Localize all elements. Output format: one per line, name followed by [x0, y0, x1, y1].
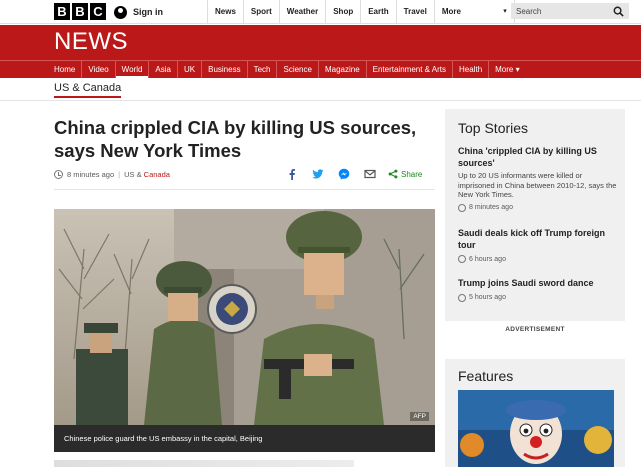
- chevron-down-icon: ▾: [503, 8, 507, 15]
- article-section[interactable]: US & Canada: [124, 170, 170, 179]
- features-panel: Features: [445, 359, 625, 467]
- bbc-top-bar: B B C Sign in News Sport Weather Shop Ea…: [0, 0, 641, 24]
- global-nav-news[interactable]: News: [208, 0, 244, 24]
- top-story-headline[interactable]: Saudi deals kick off Trump foreign tour: [458, 228, 618, 251]
- top-story-item[interactable]: Trump joins Saudi sword dance 5 hours ag…: [458, 278, 618, 302]
- subnav-entertainment[interactable]: Entertainment & Arts: [367, 61, 454, 78]
- top-story-timestamp: 6 hours ago: [469, 255, 506, 263]
- feature-image[interactable]: [458, 390, 614, 467]
- photo-caption: Chinese police guard the US embassy in t…: [54, 425, 435, 452]
- news-subnav: Home Video World Asia UK Business Tech S…: [0, 60, 641, 78]
- top-story-headline[interactable]: China 'crippled CIA by killing US source…: [458, 146, 618, 169]
- top-story-timestamp: 8 minutes ago: [469, 204, 513, 211]
- feature-image-illustration: [458, 390, 614, 467]
- chevron-down-icon: ▾: [515, 65, 520, 74]
- email-share-button[interactable]: [362, 166, 378, 182]
- section-label[interactable]: US & Canada: [54, 82, 122, 98]
- top-story-time: 8 minutes ago: [458, 203, 618, 212]
- features-title: Features: [458, 368, 514, 384]
- global-nav-shop[interactable]: Shop: [326, 0, 362, 24]
- facebook-icon: [289, 169, 295, 180]
- article-body-placeholder: [54, 460, 354, 467]
- top-stories-title: Top Stories: [458, 120, 529, 136]
- search-placeholder: Search: [516, 6, 542, 16]
- subnav-more-button[interactable]: More ▾: [489, 61, 525, 78]
- article-photo-illustration: [54, 209, 435, 425]
- global-nav-sport[interactable]: Sport: [244, 0, 280, 24]
- bbc-logo[interactable]: B B C: [54, 3, 106, 20]
- logo-letter: B: [72, 3, 88, 20]
- subnav-science[interactable]: Science: [277, 61, 319, 78]
- sign-in-label: Sign in: [133, 7, 163, 17]
- twitter-icon: [312, 169, 324, 179]
- clock-icon: [458, 255, 466, 263]
- share-button[interactable]: Share: [388, 169, 422, 179]
- share-tools: Share: [284, 166, 422, 182]
- top-story-timestamp: 5 hours ago: [469, 294, 506, 301]
- global-nav: News Sport Weather Shop Earth Travel Mor…: [208, 0, 515, 24]
- share-label: Share: [401, 169, 423, 179]
- divider: [0, 100, 641, 101]
- facebook-share-button[interactable]: [284, 166, 300, 182]
- meta-separator: |: [118, 170, 121, 179]
- news-logo[interactable]: NEWS: [54, 28, 128, 56]
- top-stories-panel: Top Stories China 'crippled CIA by killi…: [445, 109, 625, 321]
- article-meta: 8 minutes ago | US & Canada: [54, 170, 170, 179]
- top-story-summary: Up to 20 US informants were killed or im…: [458, 171, 617, 199]
- article-headline: China crippled CIA by killing US sources…: [54, 117, 417, 161]
- subnav-tech[interactable]: Tech: [248, 61, 278, 78]
- article-section-prefix: US &: [124, 170, 144, 179]
- global-nav-earth[interactable]: Earth: [361, 0, 397, 24]
- subnav-asia[interactable]: Asia: [149, 61, 178, 78]
- top-story-item[interactable]: Saudi deals kick off Trump foreign tour …: [458, 228, 618, 263]
- search-icon[interactable]: [613, 6, 624, 17]
- sign-in-button[interactable]: Sign in: [114, 0, 208, 24]
- subnav-video[interactable]: Video: [82, 61, 116, 78]
- article-section-link[interactable]: Canada: [144, 170, 170, 179]
- more-label: More: [441, 7, 461, 16]
- logo-letter: B: [54, 3, 70, 20]
- messenger-share-button[interactable]: [336, 166, 352, 182]
- logo-letter: C: [90, 3, 106, 20]
- share-icon: [388, 169, 398, 179]
- messenger-icon: [338, 168, 350, 180]
- subnav-uk[interactable]: UK: [178, 61, 203, 78]
- top-story-item[interactable]: China 'crippled CIA by killing US source…: [458, 146, 618, 212]
- top-story-time: 6 hours ago: [458, 255, 618, 263]
- user-icon: [114, 5, 127, 19]
- top-story-headline[interactable]: Trump joins Saudi sword dance: [458, 278, 618, 290]
- email-icon: [364, 169, 376, 179]
- global-nav-more-button[interactable]: More ▾: [435, 0, 515, 24]
- clock-icon: [54, 170, 63, 179]
- subnav-more-label: More: [495, 65, 514, 74]
- clock-icon: [458, 293, 466, 302]
- article-photo: AFP: [54, 209, 435, 425]
- photo-credit: AFP: [410, 412, 429, 421]
- search-input[interactable]: Search: [511, 3, 629, 19]
- global-nav-weather[interactable]: Weather: [280, 0, 327, 24]
- top-story-time: 5 hours ago: [458, 293, 618, 302]
- subnav-business[interactable]: Business: [202, 61, 248, 78]
- subnav-home[interactable]: Home: [48, 61, 83, 78]
- global-nav-travel[interactable]: Travel: [397, 0, 435, 24]
- subnav-magazine[interactable]: Magazine: [319, 61, 367, 78]
- divider: [54, 189, 435, 190]
- article-timestamp: 8 minutes ago: [67, 170, 115, 179]
- clock-icon: [458, 203, 466, 212]
- news-header: NEWS Home Video World Asia UK Business T…: [0, 25, 641, 78]
- advertisement-label: ADVERTISEMENT: [505, 326, 565, 333]
- subnav-world[interactable]: World: [115, 61, 150, 78]
- subnav-health[interactable]: Health: [453, 61, 490, 78]
- twitter-share-button[interactable]: [310, 166, 326, 182]
